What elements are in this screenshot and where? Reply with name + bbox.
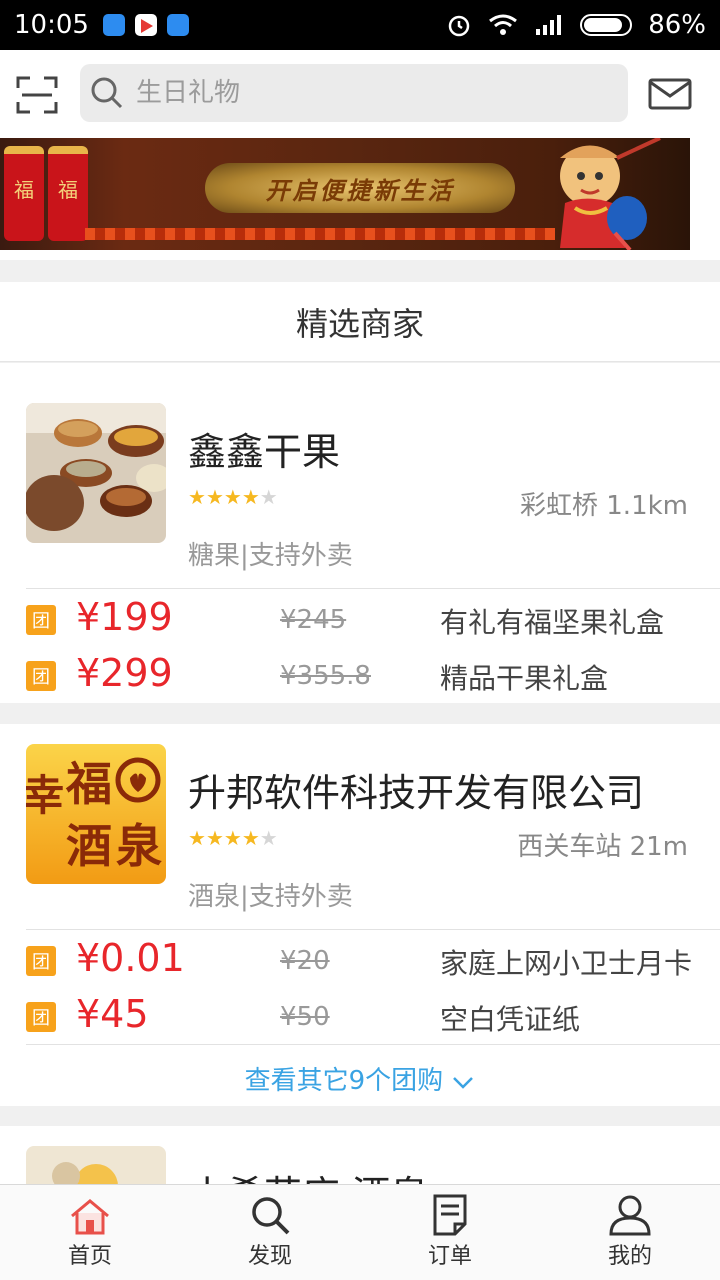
rating-stars: ★★★★★ (188, 485, 278, 509)
tab-home-label: 首页 (67, 1244, 112, 1269)
deal-original-price: ¥245 (280, 605, 347, 635)
section-title: 精选商家 (0, 282, 720, 362)
group-buy-badge: 团 (26, 946, 56, 976)
bottom-tab-bar: 首页 发现 订单 我的 (0, 1184, 720, 1280)
banner-border (85, 228, 555, 240)
banner-title: 开启便捷新生活 (205, 163, 515, 213)
home-icon (71, 1199, 109, 1235)
deal-original-price: ¥50 (280, 1002, 330, 1032)
mascot-image (560, 138, 661, 250)
deal-title: 有礼有福坚果礼盒 (440, 606, 665, 639)
scan-icon[interactable] (16, 76, 58, 114)
firecracker-image: 福 (48, 146, 88, 241)
star-filled-icon: ★ (241, 826, 260, 850)
star-empty-icon: ★ (259, 485, 278, 509)
message-icon[interactable] (648, 78, 692, 110)
merchant-thumbnail (26, 403, 166, 543)
deal-title: 家庭上网小卫士月卡 (440, 947, 693, 980)
deal-row[interactable]: 团 ¥45 ¥50 空白凭证纸 (0, 988, 720, 1044)
deal-title: 空白凭证纸 (440, 1003, 581, 1036)
deal-price: ¥199 (76, 595, 173, 639)
star-empty-icon: ★ (259, 826, 278, 850)
deal-original-price: ¥355.8 (280, 661, 371, 691)
chevron-down-icon (453, 1076, 474, 1089)
status-time: 10:05 (14, 10, 89, 40)
deal-row[interactable]: 团 ¥299 ¥355.8 精品干果礼盒 (0, 647, 720, 703)
star-filled-icon: ★ (188, 826, 206, 850)
divider (26, 588, 720, 589)
svg-text:福: 福 (65, 757, 112, 811)
deal-price: ¥45 (76, 992, 149, 1036)
svg-text:酒: 酒 (66, 819, 112, 873)
merchant-thumbnail (26, 1146, 166, 1186)
promo-banner[interactable]: 福 福 开启便捷新生活 (0, 138, 720, 260)
tab-profile[interactable]: 我的 (540, 1185, 720, 1280)
deal-row[interactable]: 团 ¥199 ¥245 有礼有福坚果礼盒 (0, 591, 720, 647)
tab-profile-label: 我的 (607, 1244, 652, 1269)
deal-title: 精品干果礼盒 (440, 662, 609, 695)
star-filled-icon: ★ (188, 485, 206, 509)
merchant-thumbnail: 幸 福 酒 泉 (26, 744, 166, 884)
rating-stars: ★★★★★ (188, 826, 278, 850)
merchant-location: 彩虹桥 1.1km (520, 491, 688, 521)
svg-text:泉: 泉 (116, 819, 162, 873)
play-store-icon (134, 14, 157, 36)
merchant-location: 西关车站 21m (517, 832, 688, 862)
svg-text:幸: 幸 (26, 771, 64, 820)
tab-orders-label: 订单 (427, 1244, 472, 1269)
firecracker-image: 福 (4, 146, 44, 241)
merchant-tags: 糖果|支持外卖 (188, 541, 353, 571)
merchant-name: 鑫鑫干果 (188, 430, 341, 474)
merchant-name: 小希花店 酒泉 (188, 1164, 428, 1186)
star-filled-icon: ★ (241, 485, 260, 509)
deal-original-price: ¥20 (280, 946, 330, 976)
banner-image: 福 福 开启便捷新生活 (0, 138, 690, 250)
tab-home[interactable]: 首页 (0, 1185, 180, 1280)
wifi-icon (489, 14, 518, 35)
group-buy-badge: 团 (26, 1002, 56, 1032)
star-filled-icon: ★ (223, 485, 242, 509)
star-filled-icon: ★ (205, 826, 224, 850)
merchant-card[interactable]: 幸 福 酒 泉 升邦软件科技开发有限公司 ★★★★★ 西关车站 21m 酒泉|支… (0, 724, 720, 1106)
top-bar (0, 50, 720, 138)
app-notification-icon (102, 14, 125, 36)
group-buy-badge: 团 (26, 605, 56, 635)
alarm-icon (448, 15, 470, 37)
more-deals-label: 查看其它9个团购 (244, 1066, 444, 1096)
app-notification-icon (166, 14, 189, 36)
more-deals-link[interactable]: 查看其它9个团购 (0, 1060, 720, 1097)
tab-discover[interactable]: 发现 (180, 1185, 360, 1280)
search-bar[interactable] (80, 64, 628, 122)
tab-orders[interactable]: 订单 (360, 1185, 540, 1280)
deal-row[interactable]: 团 ¥0.01 ¥20 家庭上网小卫士月卡 (0, 932, 720, 988)
merchant-tags: 酒泉|支持外卖 (188, 882, 353, 912)
deal-price: ¥0.01 (76, 936, 185, 980)
search-icon (91, 77, 123, 109)
search-icon (252, 1197, 290, 1235)
merchant-card[interactable]: 鑫鑫干果 ★★★★★ 彩虹桥 1.1km 糖果|支持外卖 团 ¥199 ¥245… (0, 363, 720, 703)
status-bar: 10:05 86% (0, 0, 720, 50)
divider (26, 929, 720, 930)
deal-price: ¥299 (76, 651, 173, 695)
battery-percent: 86% (648, 10, 706, 40)
tab-discover-label: 发现 (247, 1244, 292, 1269)
order-icon (433, 1194, 467, 1236)
star-filled-icon: ★ (223, 826, 242, 850)
signal-icon (536, 15, 562, 35)
star-filled-icon: ★ (205, 485, 224, 509)
group-buy-badge: 团 (26, 661, 56, 691)
battery-icon (580, 14, 633, 36)
search-input[interactable] (136, 78, 576, 108)
divider (26, 1044, 720, 1045)
user-icon (609, 1195, 651, 1236)
merchant-card[interactable]: 小希花店 酒泉 (0, 1126, 720, 1186)
merchant-name: 升邦软件科技开发有限公司 (188, 771, 645, 815)
